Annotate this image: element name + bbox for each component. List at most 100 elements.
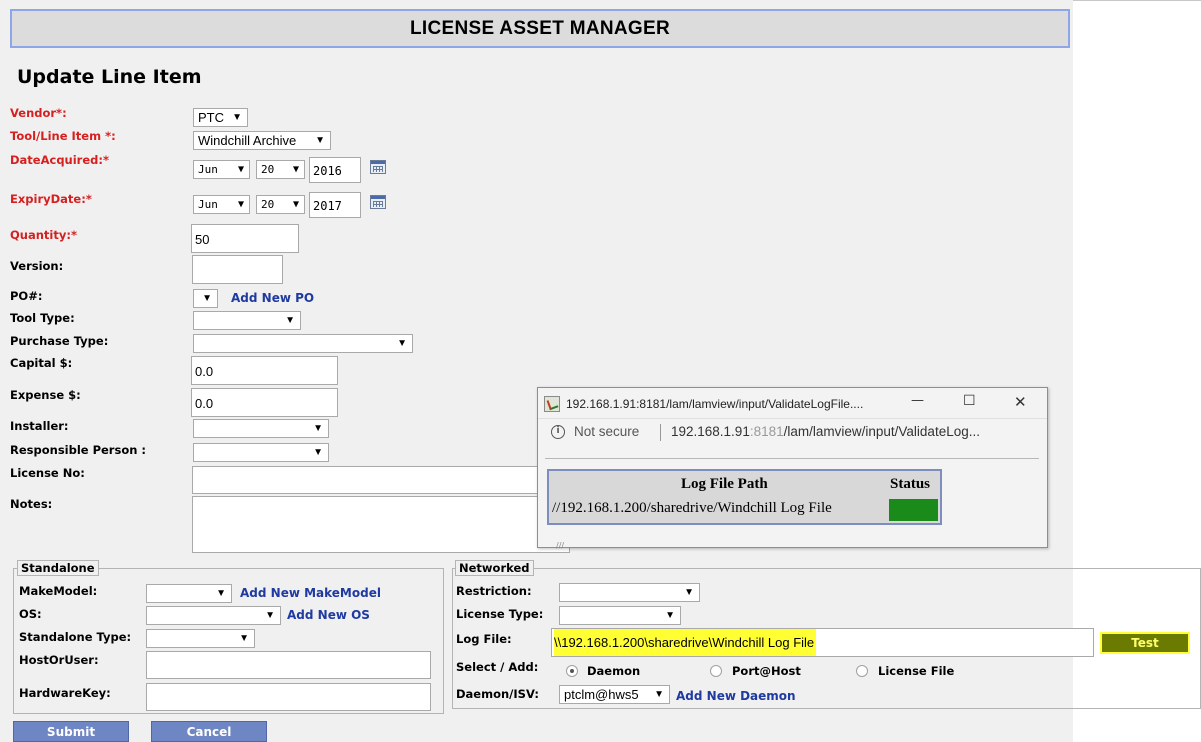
purchase-type-select[interactable]: ▼ (193, 334, 413, 353)
date-acquired-day[interactable]: 20 ▼ (256, 160, 305, 179)
test-button[interactable]: Test (1100, 632, 1190, 654)
hardware-key-field[interactable] (146, 683, 431, 711)
popup-divider (545, 458, 1039, 459)
installer-select[interactable]: ▼ (193, 419, 329, 438)
host-or-user-label: HostOrUser: (19, 653, 99, 667)
chevron-down-icon: ▼ (237, 199, 244, 210)
chevron-down-icon: ▼ (665, 610, 675, 621)
add-new-makemodel-link[interactable]: Add New MakeModel (240, 586, 381, 600)
expense-field[interactable]: 0.0 (191, 388, 338, 417)
minimize-icon[interactable]: — (911, 393, 924, 408)
capital-label: Capital $: (10, 356, 73, 370)
chevron-down-icon: ▼ (202, 293, 212, 304)
daemon-radio[interactable] (566, 665, 578, 677)
restriction-select[interactable]: ▼ (559, 583, 700, 602)
expiry-day[interactable]: 20 ▼ (256, 195, 305, 214)
chevron-down-icon: ▼ (313, 423, 323, 434)
po-label: PO#: (10, 289, 43, 303)
standalone-type-select[interactable]: ▼ (146, 629, 255, 648)
expense-label: Expense $: (10, 388, 81, 402)
info-icon[interactable]: i (551, 425, 565, 439)
calendar-icon[interactable] (370, 195, 386, 209)
version-label: Version: (10, 259, 64, 273)
license-no-label: License No: (10, 466, 85, 480)
chevron-down-icon: ▼ (654, 689, 664, 700)
validate-log-popup: 192.168.1.91:8181/lam/lamview/input/Vali… (537, 387, 1048, 550)
license-type-label: License Type: (456, 607, 544, 621)
version-field[interactable] (192, 255, 283, 284)
calendar-icon[interactable] (370, 160, 386, 174)
purchase-type-label: Purchase Type: (10, 334, 109, 348)
add-new-daemon-link[interactable]: Add New Daemon (676, 689, 796, 703)
os-label: OS: (19, 607, 42, 621)
chevron-down-icon: ▼ (292, 199, 299, 210)
responsible-person-select[interactable]: ▼ (193, 443, 329, 462)
resize-grip-icon[interactable]: /// (556, 542, 570, 550)
tool-type-select[interactable]: ▼ (193, 311, 301, 330)
license-type-select[interactable]: ▼ (559, 606, 681, 625)
chevron-down-icon: ▼ (684, 587, 694, 598)
capital-field[interactable]: 0.0 (191, 356, 338, 385)
col-header-path: Log File Path (681, 476, 768, 492)
daemon-isv-select[interactable]: ptclm@hws5 ▼ (559, 685, 670, 704)
makemodel-label: MakeModel: (19, 584, 98, 598)
porthost-radio-label: Port@Host (732, 664, 801, 678)
log-file-value: \\192.168.1.200\sharedrive\Windchill Log… (554, 629, 817, 656)
submit-button[interactable]: Submit (13, 721, 129, 742)
quantity-label: Quantity:* (10, 228, 77, 242)
tool-type-label: Tool Type: (10, 311, 75, 325)
expiry-year[interactable]: 2017 (309, 192, 361, 218)
page-title: Update Line Item (17, 66, 202, 88)
maximize-icon[interactable]: ☐ (963, 393, 976, 409)
restriction-label: Restriction: (456, 584, 532, 598)
os-select[interactable]: ▼ (146, 606, 281, 625)
license-file-radio-label: License File (878, 664, 955, 678)
add-new-os-link[interactable]: Add New OS (287, 608, 370, 622)
tool-select[interactable]: Windchill Archive ▼ (193, 131, 331, 150)
hardware-key-label: HardwareKey: (19, 686, 111, 700)
page-favicon-icon (544, 396, 560, 412)
date-acquired-label: DateAcquired:* (10, 153, 109, 167)
host-or-user-field[interactable] (146, 651, 431, 679)
chevron-down-icon: ▼ (313, 447, 323, 458)
po-select[interactable]: ▼ (193, 289, 218, 308)
date-acquired-year[interactable]: 2016 (309, 157, 361, 183)
networked-legend: Networked (455, 560, 534, 576)
daemon-radio-label: Daemon (587, 664, 641, 678)
quantity-field[interactable]: 50 (191, 224, 299, 253)
log-path-cell: //192.168.1.200/sharedrive/Windchill Log… (552, 500, 832, 516)
expiry-month[interactable]: Jun ▼ (193, 195, 250, 214)
cancel-button[interactable]: Cancel (151, 721, 267, 742)
standalone-type-label: Standalone Type: (19, 630, 132, 644)
chevron-down-icon: ▼ (285, 315, 295, 326)
daemon-isv-label: Daemon/ISV: (456, 687, 539, 701)
close-icon[interactable]: ✕ (1014, 393, 1027, 411)
log-file-field[interactable]: \\192.168.1.200\sharedrive\Windchill Log… (551, 628, 1094, 657)
chevron-down-icon: ▼ (292, 164, 299, 175)
address-separator (660, 424, 661, 441)
license-no-field[interactable] (192, 466, 538, 494)
vendor-label: Vendor*: (10, 106, 67, 120)
log-file-label: Log File: (456, 632, 512, 646)
chevron-down-icon: ▼ (397, 338, 407, 349)
add-new-po-link[interactable]: Add New PO (231, 291, 314, 305)
chevron-down-icon: ▼ (216, 588, 226, 599)
standalone-legend: Standalone (17, 560, 99, 576)
popup-title: 192.168.1.91:8181/lam/lamview/input/Vali… (566, 397, 864, 411)
col-header-status: Status (890, 476, 931, 492)
porthost-radio[interactable] (710, 665, 722, 677)
url-port: :8181 (749, 424, 784, 439)
notes-label: Notes: (10, 497, 53, 511)
chevron-down-icon: ▼ (265, 610, 275, 621)
makemodel-select[interactable]: ▼ (146, 584, 232, 603)
popup-url[interactable]: 192.168.1.91:8181/lam/lamview/input/Vali… (671, 424, 980, 439)
app-banner: LICENSE ASSET MANAGER (10, 9, 1070, 48)
notes-textarea[interactable] (192, 496, 570, 553)
expiry-date-label: ExpiryDate:* (10, 192, 92, 206)
installer-label: Installer: (10, 419, 69, 433)
url-path: /lam/lamview/input/ValidateLog... (783, 424, 980, 439)
date-acquired-month[interactable]: Jun ▼ (193, 160, 250, 179)
chevron-down-icon: ▼ (237, 164, 244, 175)
vendor-select[interactable]: PTC ▼ (193, 108, 248, 127)
license-file-radio[interactable] (856, 665, 868, 677)
